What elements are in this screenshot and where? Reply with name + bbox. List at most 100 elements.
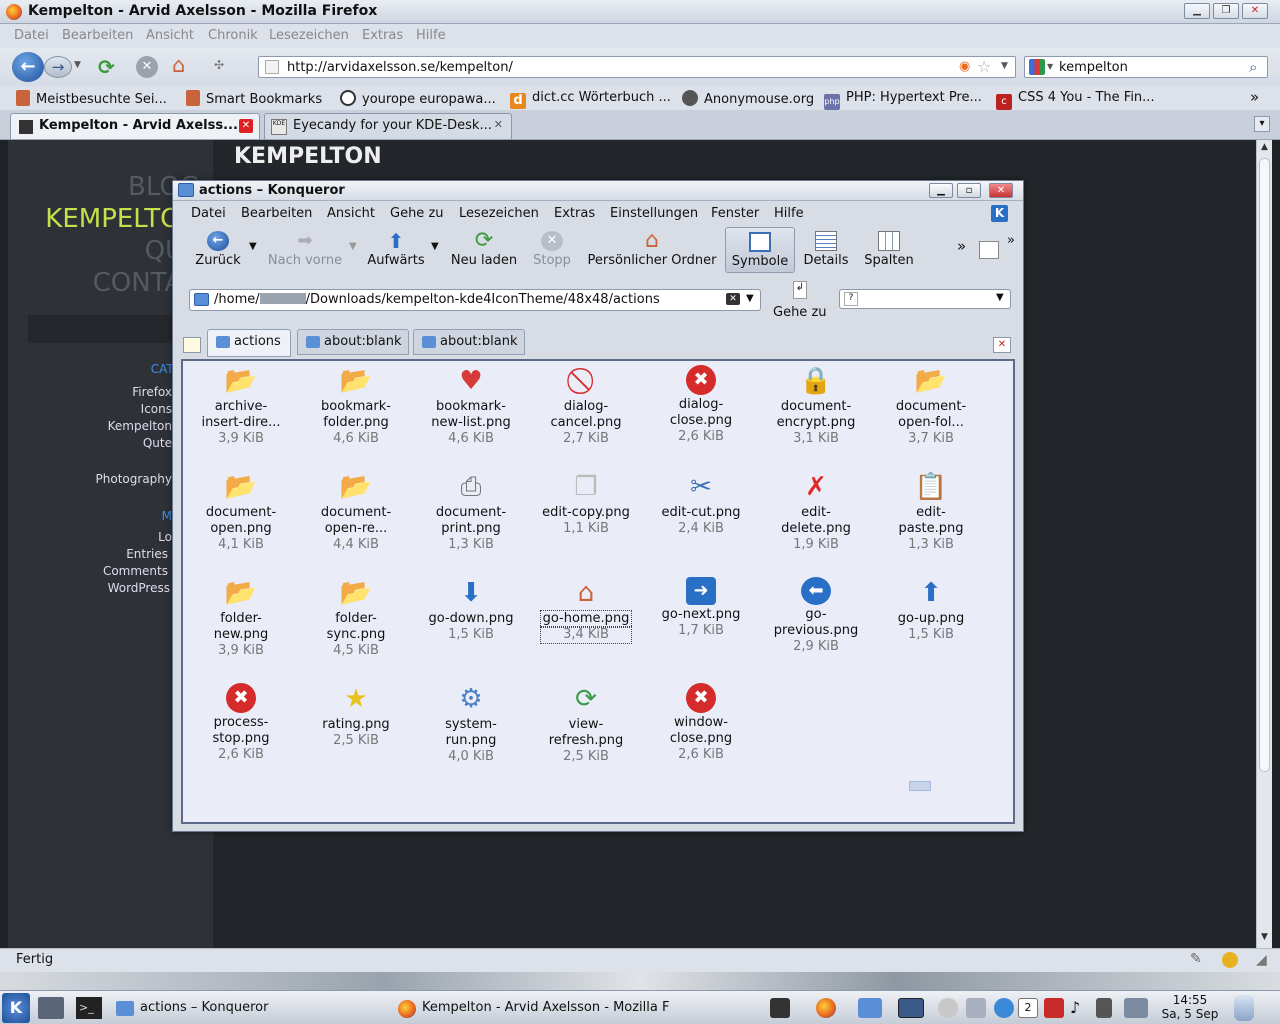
kq-minimize-button[interactable]: ▁ — [929, 183, 953, 198]
kq-menu-datei[interactable]: Datei — [191, 206, 226, 221]
category-link[interactable]: Firefox — [8, 385, 172, 399]
file-item[interactable]: ⟳ view- refresh.png 2,5 KiB — [530, 683, 642, 765]
note-icon[interactable] — [1044, 998, 1064, 1018]
back-button[interactable]: ← Zurück — [191, 227, 245, 273]
file-item[interactable]: 📂 document- open.png 4,1 KiB — [185, 471, 297, 553]
new-tab-icon[interactable] — [183, 337, 201, 353]
web-search-field[interactable]: ? ▼ — [839, 289, 1011, 309]
printer-tray-icon[interactable] — [1124, 998, 1148, 1018]
meta-link[interactable]: Lo — [8, 530, 172, 544]
file-item[interactable]: ✖ process- stop.png 2,6 KiB — [185, 683, 297, 763]
kq-menu-lesezeichen[interactable]: Lesezeichen — [459, 206, 539, 221]
tab-actions[interactable]: actions — [207, 329, 291, 357]
file-item[interactable]: ✗ edit- delete.png 1,9 KiB — [760, 471, 872, 553]
kq-menu-ansicht[interactable]: Ansicht — [327, 206, 375, 221]
back-dropdown-icon[interactable]: ▼ — [249, 241, 257, 252]
file-item[interactable]: ⃠dialog- cancel.png2,7 KiB — [530, 365, 642, 447]
volume-icon[interactable]: ♪ — [1070, 998, 1090, 1018]
task-konqueror[interactable]: actions – Konqueror — [112, 995, 382, 1021]
konqueror-window[interactable]: actions – Konqueror ▁ ▫ ✕ Datei Bearbeit… — [172, 180, 1024, 832]
bookmarks-overflow-button[interactable]: » — [1250, 88, 1259, 106]
bookmark-item[interactable]: php PHP: Hypertext Pre... — [824, 90, 982, 110]
file-item[interactable]: 📂 bookmark- folder.png 4,6 KiB — [300, 365, 412, 447]
scroll-up-icon[interactable]: ▲ — [1258, 142, 1271, 156]
location-field[interactable]: /home/ /Downloads/kempelton-kde4IconTheme… — [189, 289, 761, 311]
bookmark-star-icon[interactable]: ☆ — [977, 57, 991, 76]
stop-button[interactable]: ✕ Stopp — [529, 227, 575, 273]
split-view-icon[interactable] — [979, 241, 999, 259]
reload-icon[interactable]: ⟳ — [98, 55, 115, 79]
file-item[interactable]: ✂ edit-cut.png 2,4 KiB — [645, 471, 757, 537]
kq-menu-fenster[interactable]: Fenster — [711, 206, 759, 221]
category-link[interactable]: Photography — [8, 472, 172, 486]
terminal-tray-icon[interactable] — [770, 998, 790, 1018]
bookmark-item[interactable]: c CSS 4 You - The Fin... — [996, 90, 1155, 110]
reload-button[interactable]: ⟳ Neu laden — [449, 227, 519, 273]
forward-button[interactable]: ➡ Nach vorne — [265, 227, 345, 273]
meta-link[interactable]: Comments — [8, 564, 168, 578]
file-item[interactable]: 📂 document- open-re... 4,4 KiB — [300, 471, 412, 553]
menu-datei[interactable]: Datei — [14, 28, 49, 43]
kde-menu-button[interactable]: K — [2, 993, 30, 1023]
goto-icon[interactable]: ↲ — [793, 281, 807, 299]
firefox-tray-icon[interactable] — [816, 998, 836, 1018]
meta-link[interactable]: Entries — [8, 547, 168, 561]
back-button[interactable]: ← — [12, 52, 44, 82]
tab-close-icon[interactable]: ✕ — [239, 119, 253, 133]
clock-date[interactable]: Sa, 5 Sep — [1156, 1007, 1224, 1021]
up-button[interactable]: ⬆ Aufwärts — [365, 227, 427, 273]
battery-icon[interactable] — [1096, 998, 1112, 1018]
file-item[interactable]: ✖ window- close.png 2,6 KiB — [645, 683, 757, 763]
kq-menu-gehezu[interactable]: Gehe zu — [390, 206, 444, 221]
bookmark-item[interactable]: d dict.cc Wörterbuch ... — [510, 90, 671, 109]
firefox-titlebar[interactable]: Kempelton - Arvid Axelsson - Mozilla Fir… — [0, 0, 1280, 24]
menu-chronik[interactable]: Chronik — [208, 28, 258, 43]
kq-menu-hilfe[interactable]: Hilfe — [774, 206, 804, 221]
kq-menu-bearbeiten[interactable]: Bearbeiten — [241, 206, 312, 221]
menu-bearbeiten[interactable]: Bearbeiten — [62, 28, 133, 43]
coffee-icon[interactable] — [938, 998, 958, 1018]
konqueror-titlebar[interactable]: actions – Konqueror ▁ ▫ ✕ — [173, 181, 1023, 201]
file-item[interactable]: ⬆ go-up.png 1,5 KiB — [875, 577, 987, 643]
bookmark-item[interactable]: Smart Bookmarks — [186, 90, 322, 107]
file-icon-view[interactable]: 📂 archive- insert-dire... 3,9 KiB 📂 bookmark… — [181, 359, 1015, 824]
menu-extras[interactable]: Extras — [362, 28, 403, 43]
tab-kempelton[interactable]: Kempelton - Arvid Axelss... ✕ — [10, 113, 260, 139]
file-item[interactable]: ❐ edit-copy.png 1,1 KiB — [530, 471, 642, 537]
file-item[interactable]: ⬅ go- previous.png 2,9 KiB — [760, 577, 872, 655]
rss-icon[interactable]: ◉ — [959, 59, 970, 74]
meta-link[interactable]: WordPress — [8, 581, 170, 595]
addon-icon[interactable]: ✎ — [1190, 951, 1202, 967]
bookmark-item[interactable]: Anonymouse.org — [682, 90, 814, 107]
clipboard-icon[interactable] — [966, 998, 986, 1018]
search-text[interactable]: kempelton — [1059, 60, 1128, 75]
tab-about-blank-1[interactable]: about:blank — [297, 329, 409, 355]
bookmark-item[interactable]: yourope europawa... — [340, 90, 496, 107]
close-tab-icon[interactable]: ✕ — [993, 337, 1011, 353]
category-link[interactable]: Qute — [8, 436, 172, 450]
forward-dropdown-icon[interactable]: ▼ — [349, 241, 357, 252]
toolbar-overflow-button[interactable]: » — [957, 237, 966, 255]
trash-icon[interactable] — [1234, 995, 1254, 1021]
page-scrollbar[interactable]: ▲ ▼ — [1256, 140, 1272, 948]
file-item[interactable]: ✖ dialog- close.png 2,6 KiB — [645, 365, 757, 445]
kq-menu-extras[interactable]: Extras — [554, 206, 595, 221]
file-item[interactable]: 📂 folder- new.png 3,9 KiB — [185, 577, 297, 659]
greasemonkey-icon[interactable] — [1222, 952, 1238, 968]
desktop-1-icon[interactable] — [858, 998, 882, 1018]
file-item[interactable]: 📂 folder- sync.png 4,5 KiB — [300, 577, 412, 659]
up-dropdown-icon[interactable]: ▼ — [431, 241, 439, 252]
file-item[interactable]: 📂 document- open-fol... 3,7 KiB — [875, 365, 987, 447]
maximize-button[interactable]: ❐ — [1213, 3, 1239, 19]
kq-maximize-button[interactable]: ▫ — [957, 183, 981, 198]
history-dropdown-icon[interactable]: ▼ — [74, 60, 81, 70]
kq-menu-einstellungen[interactable]: Einstellungen — [610, 206, 698, 221]
url-dropdown-icon[interactable]: ▼ — [1001, 61, 1008, 71]
menu-lesezeichen[interactable]: Lesezeichen — [269, 28, 349, 43]
details-view-button[interactable]: Details — [801, 227, 851, 273]
stop-icon[interactable]: ✕ — [136, 56, 158, 78]
home-icon[interactable]: ⌂ — [172, 53, 185, 77]
task-firefox[interactable]: Kempelton - Arvid Axelsson - Mozilla F — [394, 995, 670, 1021]
resize-grip-icon[interactable]: ◢ — [1256, 952, 1267, 968]
search-icon[interactable]: ⌕ — [1249, 58, 1257, 76]
